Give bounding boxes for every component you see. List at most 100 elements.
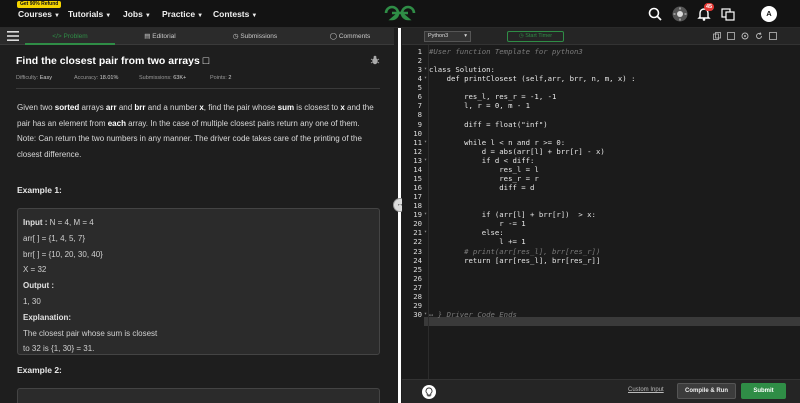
menu-icon[interactable] — [7, 31, 19, 41]
fold-arrow-icon[interactable]: ▾ — [424, 229, 428, 235]
custom-input-link[interactable]: Custom Input — [628, 387, 664, 393]
line-number: 15 — [413, 173, 422, 183]
line-number: 11 — [413, 137, 422, 147]
chevron-down-icon: ▼ — [144, 13, 151, 19]
code-line[interactable]: class Solution: — [429, 65, 495, 74]
difficulty-meta: Difficulty: Easy — [16, 75, 52, 81]
code-line[interactable]: while l < n and r >= 0: — [429, 138, 565, 147]
line-number: 19 — [413, 210, 422, 220]
example-line: 1, 30 — [23, 296, 41, 306]
example-line: Input : N = 4, M = 4 — [23, 218, 94, 227]
code-line[interactable]: diff = float("inf") — [429, 120, 547, 129]
line-number: 24 — [413, 255, 422, 265]
code-line[interactable]: #User function Template for python3 — [429, 47, 583, 56]
nav-tutorials[interactable]: Tutorials ▼ — [68, 9, 111, 19]
line-number: 12 — [413, 146, 422, 156]
code-line[interactable]: res_l = l — [429, 165, 539, 174]
difficulty-value: Easy — [39, 75, 52, 81]
line-number: 25 — [413, 264, 422, 274]
language-select[interactable]: Python3 ▾ — [424, 31, 471, 42]
accuracy-value: 18.01% — [99, 75, 119, 81]
example-line: to 32 is {1, 30} = 31. — [23, 344, 95, 354]
example-line: X = 32 — [23, 265, 47, 275]
start-timer-button[interactable]: ◷ Start Timer — [507, 31, 564, 42]
tab-submissions-label: Submissions — [240, 33, 278, 40]
problem-title-text: Find the closest pair from two arrays — [16, 55, 200, 67]
fold-arrow-icon[interactable]: ▾ — [424, 139, 428, 145]
code-line[interactable]: diff = d — [429, 183, 534, 192]
code-line[interactable]: else: — [429, 228, 504, 237]
problem-panel: Find the closest pair from two arrays □ … — [0, 45, 394, 403]
code-line[interactable]: def printClosest (self,arr, brr, n, m, x… — [429, 74, 636, 83]
code-line[interactable]: d = abs(arr[l] + brr[r] - x) — [429, 147, 605, 156]
code-line[interactable]: if (arr[l] + brr[r]) > x: — [429, 210, 596, 219]
translate-icon[interactable] — [720, 6, 736, 22]
chevron-down-icon: ▾ — [464, 33, 467, 39]
compile-run-button[interactable]: Compile & Run — [677, 383, 736, 399]
reset-icon[interactable] — [755, 32, 763, 40]
nav-practice[interactable]: Practice ▼ — [162, 9, 203, 19]
fold-arrow-icon[interactable]: ▾ — [424, 157, 428, 163]
code-line[interactable]: l, r = 0, m - 1 — [429, 101, 530, 110]
gfg-logo[interactable] — [383, 3, 417, 23]
code-line[interactable]: ↔ } Driver Code Ends — [429, 310, 517, 319]
code-line[interactable]: r -= 1 — [429, 219, 525, 228]
nav-courses[interactable]: Courses ▼ — [18, 9, 60, 19]
problem-description: Given two sorted arrays arr and brr and … — [17, 103, 374, 159]
code-line[interactable]: l += 1 — [429, 237, 525, 246]
comment-icon: ◯ — [329, 33, 339, 40]
bookmark-icon[interactable]: □ — [203, 55, 209, 67]
line-number: 20 — [413, 219, 422, 229]
code-line[interactable]: return [arr[res_l], brr[res_r]] — [429, 256, 600, 265]
fold-arrow-icon[interactable]: ▾ — [424, 211, 428, 217]
nav-contests-label: Contests — [213, 9, 250, 19]
divider — [16, 88, 380, 89]
refund-promo-badge[interactable]: Get 90% Refund — [17, 1, 62, 8]
search-icon[interactable] — [647, 6, 663, 22]
tab-editorial[interactable]: ▤ Editorial — [115, 28, 205, 45]
line-number: 22 — [413, 237, 422, 247]
chevron-down-icon: ▼ — [251, 13, 258, 19]
code-line[interactable]: res_r = r — [429, 174, 539, 183]
fold-arrow-icon[interactable]: ▾ — [424, 66, 428, 72]
line-number: 4 — [417, 74, 422, 84]
example-line: brr[ ] = {10, 20, 30, 40} — [23, 249, 103, 259]
panel-splitter[interactable] — [398, 28, 401, 403]
theme-toggle-icon[interactable] — [672, 6, 688, 22]
line-number: 10 — [413, 128, 422, 138]
fold-arrow-icon[interactable]: ▾ — [424, 75, 428, 81]
line-number: 2 — [417, 56, 422, 66]
code-line[interactable]: res_l, res_r = -1, -1 — [429, 92, 556, 101]
line-number: 17 — [413, 192, 422, 202]
submissions-meta: Submissions: 63K+ — [139, 75, 187, 81]
code-editor[interactable]: 1 #User function Template for python3 2 3 ▾ c… — [402, 45, 800, 379]
notification-count-badge: 45 — [704, 3, 715, 11]
nav-jobs[interactable]: Jobs ▼ — [123, 9, 151, 19]
nav-courses-label: Courses — [18, 9, 53, 19]
fullscreen-icon[interactable] — [727, 32, 735, 40]
tab-problem[interactable]: </> Problem — [25, 28, 115, 45]
fold-arrow-icon[interactable]: ▾ — [424, 311, 428, 317]
code-line[interactable]: if d < diff: — [429, 156, 535, 165]
expand-icon[interactable] — [769, 32, 777, 40]
submissions-value: 63K+ — [173, 75, 187, 81]
line-number: 9 — [417, 119, 422, 129]
line-number: 16 — [413, 183, 422, 193]
lightbulb-icon[interactable] — [422, 385, 436, 399]
settings-icon[interactable] — [741, 32, 749, 40]
bug-report-icon[interactable] — [370, 55, 380, 65]
nav-contests[interactable]: Contests ▼ — [213, 9, 257, 19]
example-2-heading: Example 2: — [17, 365, 62, 375]
tab-problem-label: Problem — [63, 33, 88, 40]
example-line: arr[ ] = {1, 4, 5, 7} — [23, 233, 86, 243]
copy-icon[interactable] — [713, 32, 721, 40]
submit-button[interactable]: Submit — [741, 383, 786, 399]
avatar[interactable]: A — [761, 6, 777, 22]
tab-comments[interactable]: ◯ Comments — [305, 28, 395, 45]
tab-submissions[interactable]: ◷ Submissions — [205, 28, 305, 45]
line-number: 1 — [417, 47, 422, 56]
code-line[interactable]: # print(arr[res_l], brr[res_r]) — [429, 247, 600, 256]
line-number: 29 — [413, 300, 422, 310]
code-icon: </> — [52, 33, 64, 40]
line-number: 21 — [413, 228, 422, 238]
